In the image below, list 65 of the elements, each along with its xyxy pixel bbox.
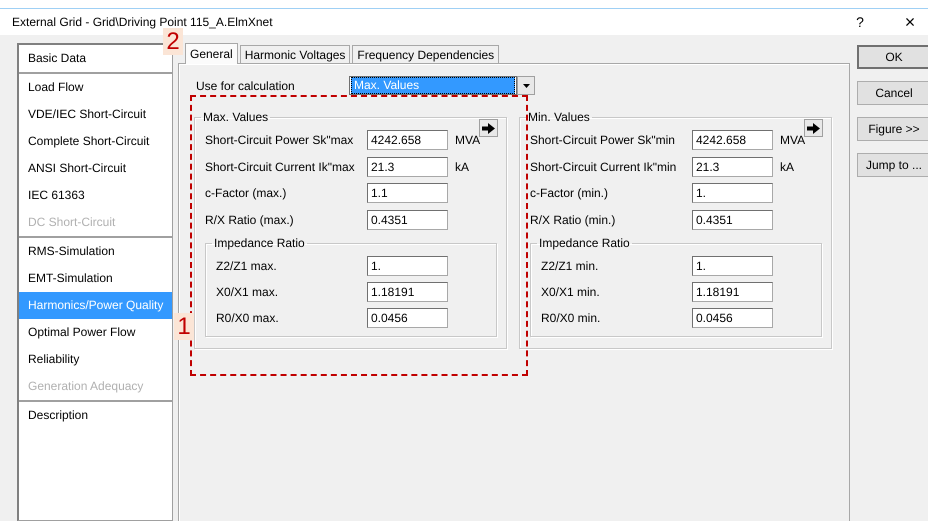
dropdown-arrow-icon	[522, 84, 530, 88]
field-label: Z2/Z1 max.	[216, 259, 278, 273]
unit-label: kA	[780, 160, 794, 174]
close-button[interactable]: ×	[895, 12, 925, 32]
field-label: Use for calculation	[196, 78, 296, 92]
group-title: Impedance Ratio	[213, 236, 306, 250]
tab[interactable]: Harmonic Voltages	[240, 45, 350, 63]
sidebar-item[interactable]: VDE/IEC Short-Circuit	[19, 101, 172, 128]
sidebar-item[interactable]: Complete Short-Circuit	[19, 128, 172, 155]
input-field[interactable]: 0.0456	[692, 308, 773, 328]
input-field[interactable]: 1.	[367, 256, 448, 276]
input-field[interactable]: 21.3	[367, 156, 448, 176]
dialog-button[interactable]: Cancel	[857, 81, 928, 105]
dropdown-button[interactable]	[517, 76, 535, 95]
input-field[interactable]: 1.18191	[692, 282, 773, 302]
tab[interactable]: Frequency Dependencies	[352, 45, 500, 63]
group-title: Min. Values	[527, 110, 591, 124]
input-field[interactable]: 1.1	[367, 183, 448, 203]
input-field[interactable]: 0.0456	[367, 308, 448, 328]
sidebar-item[interactable]: ANSI Short-Circuit	[19, 155, 172, 182]
dialog-button[interactable]: Figure >>	[857, 117, 928, 141]
window-title: External Grid - Grid\Driving Point 115_A.ElmXnet	[12, 15, 274, 29]
right-arrow-icon	[482, 122, 495, 134]
unit-label: MVA	[780, 133, 806, 147]
input-field[interactable]: 1.	[692, 256, 773, 276]
input-field[interactable]: 1.	[692, 183, 773, 203]
field-label: Z2/Z1 min.	[541, 259, 600, 273]
field-label: R/X Ratio (min.)	[530, 212, 616, 226]
field-label: c-Factor (min.)	[530, 186, 609, 200]
field-label: Short-Circuit Current Ik"max	[205, 160, 356, 174]
help-button[interactable]: ?	[845, 14, 875, 30]
group-title: Max. Values	[202, 110, 270, 124]
arrow-button[interactable]	[804, 119, 823, 137]
sidebar-item[interactable]: EMT-Simulation	[19, 265, 172, 292]
field-label: c-Factor (max.)	[205, 186, 288, 200]
sidebar-item[interactable]: Load Flow	[19, 74, 172, 101]
arrow-button[interactable]	[479, 119, 498, 137]
dialog-button[interactable]: Jump to ...	[857, 153, 928, 177]
input-field[interactable]: 0.4351	[367, 210, 448, 230]
field-label: X0/X1 min.	[541, 285, 601, 299]
input-field[interactable]: 21.3	[692, 156, 773, 176]
unit-label: MVA	[455, 133, 480, 147]
group-title: Impedance Ratio	[538, 236, 631, 250]
sidebar-item[interactable]: Description	[19, 402, 172, 429]
field-label: Short-Circuit Current Ik"min	[530, 160, 678, 174]
sidebar-item[interactable]: IEC 61363	[19, 182, 172, 209]
input-field[interactable]: 1.18191	[367, 282, 448, 302]
step-number: 2	[163, 28, 183, 55]
sidebar-item[interactable]: Reliability	[19, 346, 172, 373]
input-field[interactable]: 4242.658	[367, 130, 448, 150]
input-field[interactable]: 0.4351	[692, 210, 773, 230]
sidebar-item[interactable]: RMS-Simulation	[19, 238, 172, 265]
field-label: X0/X1 max.	[216, 285, 280, 299]
unit-label: kA	[455, 160, 470, 174]
input-field[interactable]: 4242.658	[692, 130, 773, 150]
field-label: R0/X0 max.	[216, 311, 280, 325]
dialog-button[interactable]: OK	[857, 45, 928, 69]
field-label: Short-Circuit Power Sk"max	[205, 133, 354, 147]
right-arrow-icon	[807, 122, 820, 134]
field-label: R0/X0 min.	[541, 311, 602, 325]
step-number: 1	[174, 313, 194, 340]
sidebar-item[interactable]: Optimal Power Flow	[19, 319, 172, 346]
field-label: R/X Ratio (max.)	[205, 212, 295, 226]
field-label: Short-Circuit Power Sk"min	[530, 133, 676, 147]
tab[interactable]: General	[185, 43, 238, 64]
